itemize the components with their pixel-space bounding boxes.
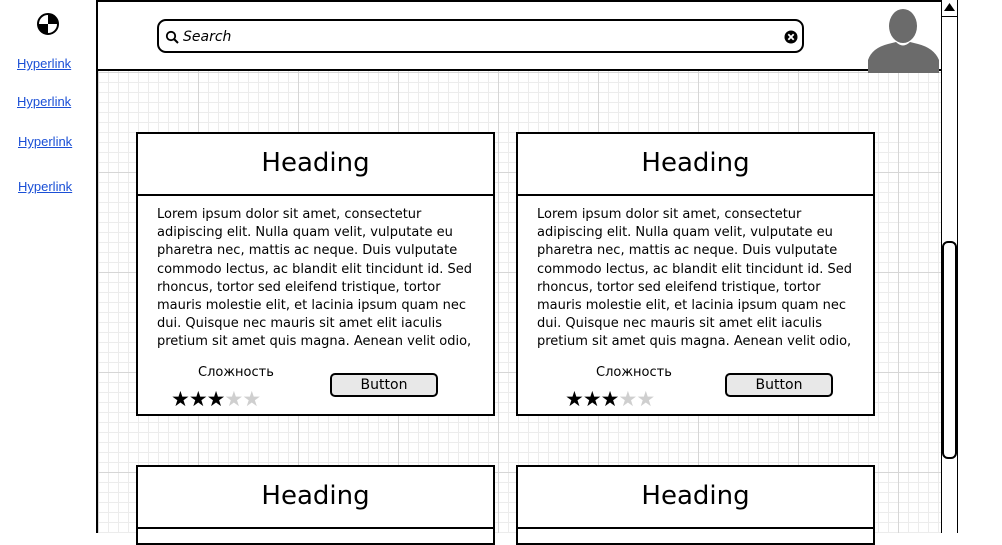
- star-icon-filled[interactable]: ★: [601, 387, 620, 411]
- sidebar-link-1[interactable]: Hyperlink: [17, 56, 71, 71]
- card-4: Heading: [516, 465, 875, 545]
- card-button[interactable]: Button: [725, 373, 833, 397]
- rating-stars[interactable]: ★★★★★: [171, 387, 261, 411]
- header-bar: Search: [98, 0, 941, 73]
- vertical-scrollbar[interactable]: [941, 0, 958, 533]
- card-heading: Heading: [138, 467, 493, 529]
- star-icon-filled[interactable]: ★: [207, 387, 226, 411]
- sidebar-link-4[interactable]: Hyperlink: [18, 179, 72, 194]
- scroll-thumb[interactable]: [942, 241, 957, 459]
- avatar-icon[interactable]: [868, 2, 939, 73]
- card-1: Heading Lorem ipsum dolor sit amet, cons…: [136, 132, 495, 416]
- star-icon-empty[interactable]: ★: [636, 387, 655, 411]
- card-3: Heading: [136, 465, 495, 545]
- star-icon-filled[interactable]: ★: [565, 387, 584, 411]
- sidebar-link-3[interactable]: Hyperlink: [18, 134, 72, 149]
- sidebar: Hyperlink Hyperlink Hyperlink Hyperlink: [0, 0, 98, 533]
- star-icon-filled[interactable]: ★: [583, 387, 602, 411]
- search-icon: [165, 30, 179, 44]
- rating-stars[interactable]: ★★★★★: [565, 387, 655, 411]
- star-icon-empty[interactable]: ★: [618, 387, 637, 411]
- star-icon-filled[interactable]: ★: [171, 387, 190, 411]
- card-text: Lorem ipsum dolor sit amet, consectetur …: [157, 207, 473, 350]
- star-icon-filled[interactable]: ★: [189, 387, 208, 411]
- search-field[interactable]: Search: [157, 19, 804, 53]
- star-icon-empty[interactable]: ★: [224, 387, 243, 411]
- clear-icon[interactable]: [784, 30, 798, 44]
- card-heading: Heading: [518, 134, 873, 196]
- sidebar-link-2[interactable]: Hyperlink: [17, 94, 71, 109]
- star-icon-empty[interactable]: ★: [242, 387, 261, 411]
- difficulty-label: Сложность: [596, 365, 672, 380]
- logo-icon: [37, 13, 59, 35]
- difficulty-label: Сложность: [198, 365, 274, 380]
- card-heading: Heading: [518, 467, 873, 529]
- card-button[interactable]: Button: [330, 373, 438, 397]
- search-input[interactable]: Search: [183, 29, 231, 45]
- card-2: Heading Lorem ipsum dolor sit amet, cons…: [516, 132, 875, 416]
- card-heading: Heading: [138, 134, 493, 196]
- scroll-up-arrow-icon[interactable]: [942, 0, 957, 17]
- card-text: Lorem ipsum dolor sit amet, consectetur …: [537, 207, 853, 350]
